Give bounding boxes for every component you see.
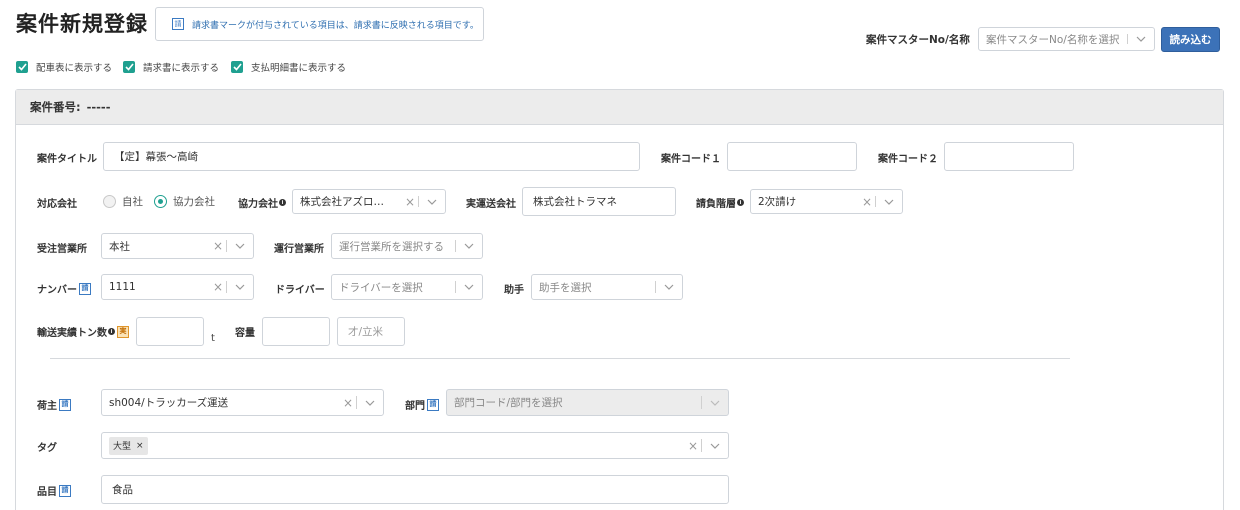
chevron-down-icon (702, 400, 728, 406)
code2-label: 案件コード２ (878, 154, 938, 165)
checkbox-checked-icon[interactable] (123, 61, 135, 73)
actual-carrier-label: 実運送会社 (466, 199, 516, 210)
checkbox-dispatch[interactable]: 配車表に表示する (16, 60, 112, 74)
title-input[interactable]: 【定】幕張〜高崎 (103, 142, 640, 171)
case-number-value: ----- (86, 100, 111, 114)
invoice-badge-icon: 請 (59, 484, 71, 497)
clear-icon[interactable]: × (210, 280, 226, 294)
invoice-notice: 請 請求書マークが付与されている項目は、請求書に反映される項目です。 (155, 7, 484, 41)
clear-icon[interactable]: × (402, 195, 418, 209)
clear-icon[interactable]: × (340, 396, 356, 410)
tonnage-input[interactable] (136, 317, 204, 346)
invoice-badge-icon: 請 (59, 398, 71, 411)
section-divider (50, 358, 1070, 359)
order-office-label: 受注営業所 (37, 244, 87, 255)
tag-chip: 大型 × (109, 436, 148, 455)
panel-header: 案件番号: ----- (16, 90, 1223, 125)
case-number-label: 案件番号: (30, 100, 81, 114)
op-office-label: 運行営業所 (274, 244, 324, 255)
dept-label: 部門請 (405, 397, 439, 412)
master-select-placeholder: 案件マスターNo/名称を選択 (986, 33, 1120, 46)
driver-label: ドライバー (275, 285, 325, 296)
checkbox-invoice[interactable]: 請求書に表示する (123, 60, 219, 74)
chevron-down-icon (227, 284, 253, 290)
tier-label: 請負階層 i (696, 195, 744, 210)
chevron-down-icon (227, 243, 253, 249)
radio-checked-icon[interactable] (154, 195, 167, 208)
clear-icon[interactable]: × (685, 439, 701, 453)
chevron-down-icon (419, 199, 445, 205)
number-label: ナンバー請 (37, 281, 91, 296)
company-label: 対応会社 (37, 199, 77, 210)
assistant-label: 助手 (504, 285, 524, 296)
code1-label: 案件コード１ (661, 154, 721, 165)
title-label: 案件タイトル (37, 154, 97, 165)
master-select[interactable]: 案件マスターNo/名称を選択 (978, 27, 1155, 51)
chevron-down-icon (656, 284, 682, 290)
notice-text: 請求書マークが付与されている項目は、請求書に反映される項目です。 (192, 20, 479, 31)
chevron-down-icon (456, 284, 482, 290)
item-input[interactable]: 食品 (101, 475, 729, 504)
checkbox-checked-icon[interactable] (231, 61, 243, 73)
actual-badge-icon: 実 (117, 325, 129, 338)
page-title: 案件新規登録 (16, 12, 148, 36)
op-office-select[interactable]: 運行営業所を選択する (331, 233, 483, 259)
capacity-input[interactable] (262, 317, 330, 346)
tag-select[interactable]: 大型 × × (101, 432, 729, 459)
capacity-label: 容量 (235, 328, 255, 339)
checkbox-label: 支払明細書に表示する (251, 63, 347, 74)
radio-partner-company[interactable]: 協力会社 (154, 194, 215, 209)
order-office-select[interactable]: 本社 × (101, 233, 254, 259)
tag-label: タグ (37, 443, 57, 454)
shipper-select[interactable]: sh004/トラッカーズ運送 × (101, 389, 384, 416)
tonnage-unit: t (211, 333, 215, 344)
radio-own-company[interactable]: 自社 (103, 194, 143, 209)
actual-carrier-input[interactable]: 株式会社トラマネ (522, 187, 676, 216)
chevron-down-icon (1128, 36, 1154, 42)
checkbox-checked-icon[interactable] (16, 61, 28, 73)
shipper-label: 荷主請 (37, 397, 71, 412)
invoice-badge-icon: 請 (172, 18, 184, 30)
partner-label: 協力会社 i (238, 195, 286, 210)
tier-select[interactable]: 2次請け × (750, 189, 903, 214)
clear-icon[interactable]: × (859, 195, 875, 209)
remove-tag-icon[interactable]: × (136, 441, 144, 451)
checkbox-payment[interactable]: 支払明細書に表示する (231, 60, 346, 74)
checkbox-label: 請求書に表示する (143, 63, 220, 74)
invoice-badge-icon: 請 (79, 282, 91, 295)
invoice-badge-icon: 請 (427, 398, 439, 411)
tonnage-label: 輸送実績トン数 i 実 (37, 324, 129, 339)
assistant-select[interactable]: 助手を選択 (531, 274, 683, 300)
radio-unchecked-icon[interactable] (103, 195, 116, 208)
code2-input[interactable] (944, 142, 1074, 171)
partner-select[interactable]: 株式会社アズロ… × (292, 189, 446, 214)
info-icon: i (737, 199, 744, 206)
number-select[interactable]: 1111 × (101, 274, 254, 300)
item-label: 品目請 (37, 483, 71, 498)
code1-input[interactable] (727, 142, 857, 171)
dept-select[interactable]: 部門コード/部門を選択 (446, 389, 729, 416)
driver-select[interactable]: ドライバーを選択 (331, 274, 483, 300)
chevron-down-icon (357, 400, 383, 406)
clear-icon[interactable]: × (210, 239, 226, 253)
master-label: 案件マスターNo/名称 (866, 34, 970, 46)
checkbox-label: 配車表に表示する (36, 63, 113, 74)
load-button[interactable]: 読み込む (1161, 27, 1220, 52)
chevron-down-icon (456, 243, 482, 249)
capacity-unit-input[interactable]: 才/立米 (337, 317, 405, 346)
info-icon: i (279, 199, 286, 206)
info-icon: i (108, 328, 115, 335)
chevron-down-icon (876, 199, 902, 205)
chevron-down-icon (702, 443, 728, 449)
